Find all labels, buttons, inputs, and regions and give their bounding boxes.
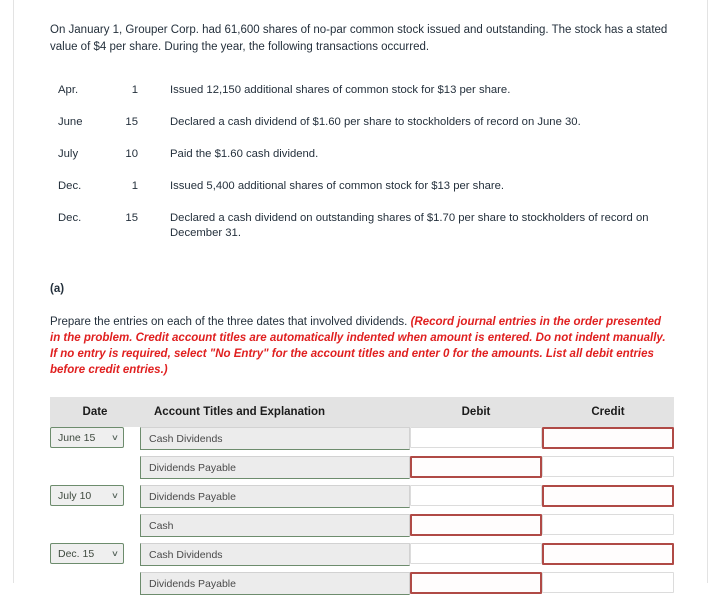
journal-account-cell: Cash Dividends — [140, 427, 410, 456]
journal-account-cell: Dividends Payable — [140, 485, 410, 514]
instruction-main: Prepare the entries on each of the three… — [50, 316, 411, 328]
part-label: (a) — [50, 283, 65, 295]
journal-date-cell: Dec. 15 ∨ — [50, 543, 140, 572]
chevron-down-icon: ∨ — [111, 490, 120, 500]
header-date: Date — [50, 397, 140, 427]
transaction-row: Dec. 15 Declared a cash dividend on outsta… — [50, 202, 670, 249]
transaction-list: Apr. 1 Issued 12,150 additional shares of … — [50, 74, 670, 249]
journal-account-cell: Cash — [140, 514, 410, 543]
account-title-input[interactable]: Dividends Payable — [140, 456, 410, 479]
journal-debit-cell — [410, 572, 542, 601]
debit-amount-input[interactable] — [410, 543, 542, 564]
journal-entry-table: Date Account Titles and Explanation Debi… — [50, 397, 674, 601]
journal-row: Dividends Payable — [50, 572, 674, 601]
debit-amount-input[interactable] — [410, 514, 542, 536]
journal-credit-cell — [542, 456, 674, 485]
journal-debit-cell — [410, 514, 542, 543]
journal-credit-cell — [542, 543, 674, 572]
transaction-row: June 15 Declared a cash dividend of $1.60 … — [50, 106, 670, 138]
date-select-value: Dec. 15 — [58, 547, 95, 560]
transaction-month: July — [58, 147, 79, 160]
page-left-rule — [13, 0, 14, 583]
date-select-value: July 10 — [58, 489, 92, 502]
journal-credit-cell — [542, 514, 674, 543]
transaction-day: 1 — [131, 179, 138, 192]
debit-amount-input[interactable] — [410, 456, 542, 478]
page-content: On January 1, Grouper Corp. had 61,600 s… — [50, 0, 674, 601]
transaction-month: June — [58, 115, 83, 128]
transaction-row: July 10 Paid the $1.60 cash dividend. — [50, 138, 670, 170]
account-title-input[interactable]: Dividends Payable — [140, 485, 410, 508]
transaction-description: Issued 12,150 additional shares of commo… — [170, 83, 511, 96]
transaction-day: 15 — [125, 211, 138, 224]
transaction-month: Dec. — [58, 179, 82, 192]
transaction-day: 10 — [125, 147, 138, 160]
account-title-input[interactable]: Cash — [140, 514, 410, 537]
header-debit: Debit — [410, 397, 542, 427]
worksheet-page: On January 1, Grouper Corp. had 61,600 s… — [0, 0, 720, 595]
account-title-value: Dividends Payable — [149, 577, 236, 590]
chevron-down-icon: ∨ — [111, 548, 120, 558]
date-select[interactable]: July 10 ∨ — [50, 485, 124, 506]
debit-amount-input[interactable] — [410, 572, 542, 594]
account-title-value: Cash Dividends — [149, 432, 223, 445]
transaction-row: Apr. 1 Issued 12,150 additional shares of … — [50, 74, 670, 106]
journal-date-cell — [50, 456, 140, 485]
transaction-description: Declared a cash dividend on outstanding … — [170, 211, 649, 239]
journal-debit-cell — [410, 485, 542, 514]
journal-row: Cash — [50, 514, 674, 543]
journal-date-cell — [50, 514, 140, 543]
journal-debit-cell — [410, 543, 542, 572]
credit-amount-input[interactable] — [542, 543, 674, 565]
credit-amount-input[interactable] — [542, 427, 674, 449]
account-title-value: Cash — [149, 519, 174, 532]
journal-row: July 10 ∨ Dividends Payable — [50, 485, 674, 514]
credit-amount-input[interactable] — [542, 456, 674, 477]
journal-debit-cell — [410, 456, 542, 485]
journal-row: Dec. 15 ∨ Cash Dividends — [50, 543, 674, 572]
transaction-month: Dec. — [58, 211, 82, 224]
date-select[interactable]: Dec. 15 ∨ — [50, 543, 124, 564]
journal-date-cell: June 15 ∨ — [50, 427, 140, 456]
journal-credit-cell — [542, 427, 674, 456]
account-title-input[interactable]: Cash Dividends — [140, 427, 410, 450]
account-title-value: Dividends Payable — [149, 461, 236, 474]
journal-row: Dividends Payable — [50, 456, 674, 485]
journal-credit-cell — [542, 572, 674, 601]
transaction-description: Paid the $1.60 cash dividend. — [170, 147, 319, 160]
chevron-down-icon: ∨ — [111, 432, 120, 442]
journal-account-cell: Cash Dividends — [140, 543, 410, 572]
instruction-text: Prepare the entries on each of the three… — [50, 314, 674, 378]
date-select-value: June 15 — [58, 431, 96, 444]
journal-account-cell: Dividends Payable — [140, 456, 410, 485]
debit-amount-input[interactable] — [410, 427, 542, 448]
problem-statement: On January 1, Grouper Corp. had 61,600 s… — [50, 24, 668, 53]
journal-row: June 15 ∨ Cash Dividends — [50, 427, 674, 456]
journal-date-cell — [50, 572, 140, 601]
journal-debit-cell — [410, 427, 542, 456]
date-select[interactable]: June 15 ∨ — [50, 427, 124, 448]
credit-amount-input[interactable] — [542, 485, 674, 507]
credit-amount-input[interactable] — [542, 514, 674, 535]
account-title-value: Dividends Payable — [149, 490, 236, 503]
transaction-month: Apr. — [58, 83, 79, 96]
transaction-description: Issued 5,400 additional shares of common… — [170, 179, 505, 192]
transaction-day: 1 — [131, 83, 138, 96]
transaction-row: Dec. 1 Issued 5,400 additional shares of c… — [50, 170, 670, 202]
transaction-description: Declared a cash dividend of $1.60 per sh… — [170, 115, 581, 128]
journal-date-cell: July 10 ∨ — [50, 485, 140, 514]
debit-amount-input[interactable] — [410, 485, 542, 506]
transaction-day: 15 — [125, 115, 138, 128]
account-title-input[interactable]: Dividends Payable — [140, 572, 410, 595]
header-credit: Credit — [542, 397, 674, 427]
account-title-value: Cash Dividends — [149, 548, 223, 561]
journal-header-row: Date Account Titles and Explanation Debi… — [50, 397, 674, 427]
journal-account-cell: Dividends Payable — [140, 572, 410, 601]
journal-credit-cell — [542, 485, 674, 514]
page-right-rule — [707, 0, 708, 583]
account-title-input[interactable]: Cash Dividends — [140, 543, 410, 566]
header-account: Account Titles and Explanation — [140, 397, 410, 427]
